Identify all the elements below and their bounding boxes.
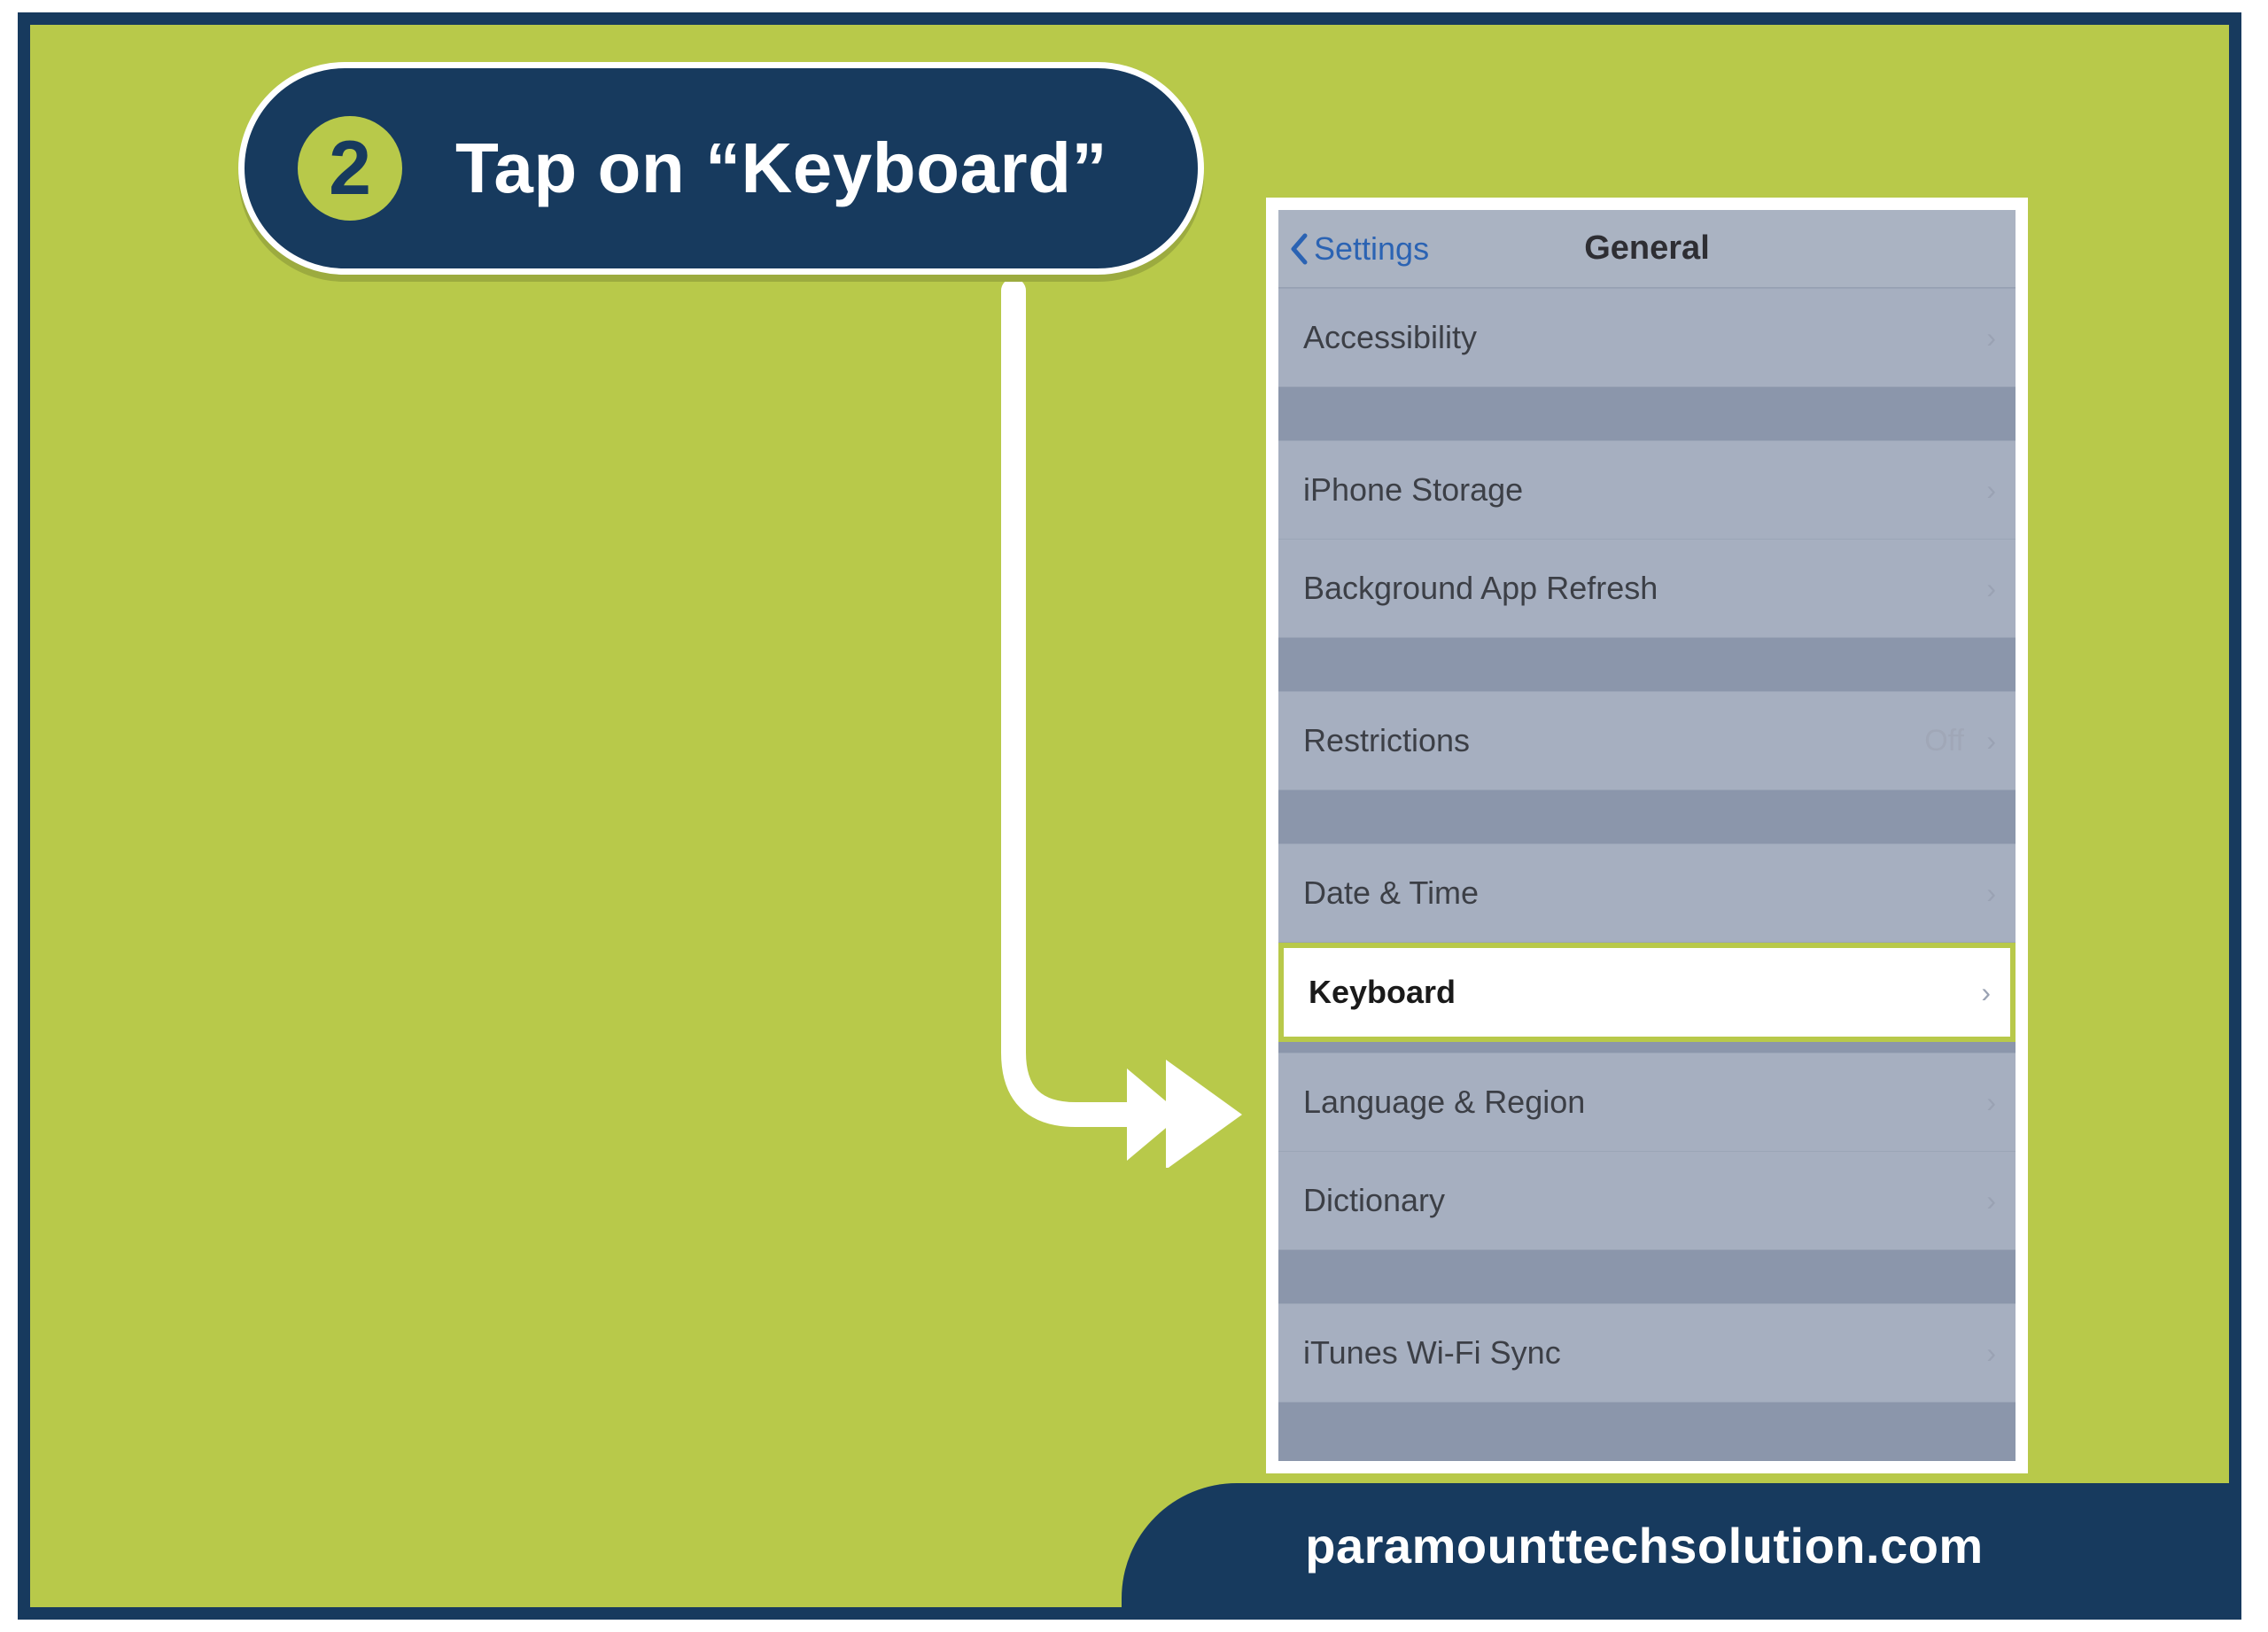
group-separator xyxy=(1278,790,2016,843)
group-separator xyxy=(1278,1042,2016,1053)
chevron-left-icon xyxy=(1289,233,1309,265)
nav-back-label: Settings xyxy=(1314,230,1429,268)
group-separator xyxy=(1278,387,2016,440)
row-label: Date & Time xyxy=(1303,874,1479,912)
step-pill: 2 Tap on “Keyboard” xyxy=(238,62,1204,275)
row-label: Language & Region xyxy=(1303,1084,1585,1121)
chevron-right-icon: › xyxy=(1986,1185,1996,1217)
chevron-right-icon: › xyxy=(1981,976,1991,1009)
row-label: iPhone Storage xyxy=(1303,471,1523,509)
row-label: Background App Refresh xyxy=(1303,570,1658,607)
row-value: Off xyxy=(1924,724,1964,758)
row-dictionary[interactable]: Dictionary › xyxy=(1278,1151,2016,1250)
group-separator xyxy=(1278,638,2016,691)
chevron-right-icon: › xyxy=(1986,474,1996,507)
group-separator xyxy=(1278,1250,2016,1303)
step-number: 2 xyxy=(329,125,371,213)
pointer-arrow xyxy=(916,282,1253,1168)
nav-back-button[interactable]: Settings xyxy=(1278,230,1429,268)
row-language-region[interactable]: Language & Region › xyxy=(1278,1053,2016,1152)
row-label: Keyboard xyxy=(1309,974,1456,1011)
row-restrictions[interactable]: Restrictions Off › xyxy=(1278,691,2016,790)
chevron-right-icon: › xyxy=(1986,1086,1996,1119)
step-title: Tap on “Keyboard” xyxy=(455,128,1107,209)
row-date-time[interactable]: Date & Time › xyxy=(1278,843,2016,943)
card-frame: 2 Tap on “Keyboard” Settings General xyxy=(18,12,2241,1620)
phone-nav-bar: Settings General xyxy=(1278,210,2016,288)
row-iphone-storage[interactable]: iPhone Storage › xyxy=(1278,440,2016,540)
chevron-right-icon: › xyxy=(1986,725,1996,758)
row-label: Restrictions xyxy=(1303,722,1470,759)
row-label: iTunes Wi-Fi Sync xyxy=(1303,1334,1561,1372)
step-number-badge: 2 xyxy=(298,116,402,221)
footer-ribbon: paramounttechsolution.com xyxy=(1122,1483,2229,1607)
row-label: Accessibility xyxy=(1303,319,1477,356)
instruction-card: 2 Tap on “Keyboard” Settings General xyxy=(0,0,2268,1632)
chevron-right-icon: › xyxy=(1986,322,1996,354)
row-keyboard-highlighted[interactable]: Keyboard › xyxy=(1278,943,2016,1042)
row-itunes-wifi-sync[interactable]: iTunes Wi-Fi Sync › xyxy=(1278,1303,2016,1403)
phone-body: Accessibility › iPhone Storage › Backgro… xyxy=(1278,288,2016,1461)
row-accessibility[interactable]: Accessibility › xyxy=(1278,288,2016,387)
footer-site: paramounttechsolution.com xyxy=(1305,1517,1983,1574)
chevron-right-icon: › xyxy=(1986,877,1996,910)
row-background-app-refresh[interactable]: Background App Refresh › xyxy=(1278,539,2016,638)
phone-screenshot: Settings General Accessibility › iPhone … xyxy=(1266,198,2028,1473)
chevron-right-icon: › xyxy=(1986,572,1996,605)
row-label: Dictionary xyxy=(1303,1182,1445,1219)
chevron-right-icon: › xyxy=(1986,1337,1996,1370)
